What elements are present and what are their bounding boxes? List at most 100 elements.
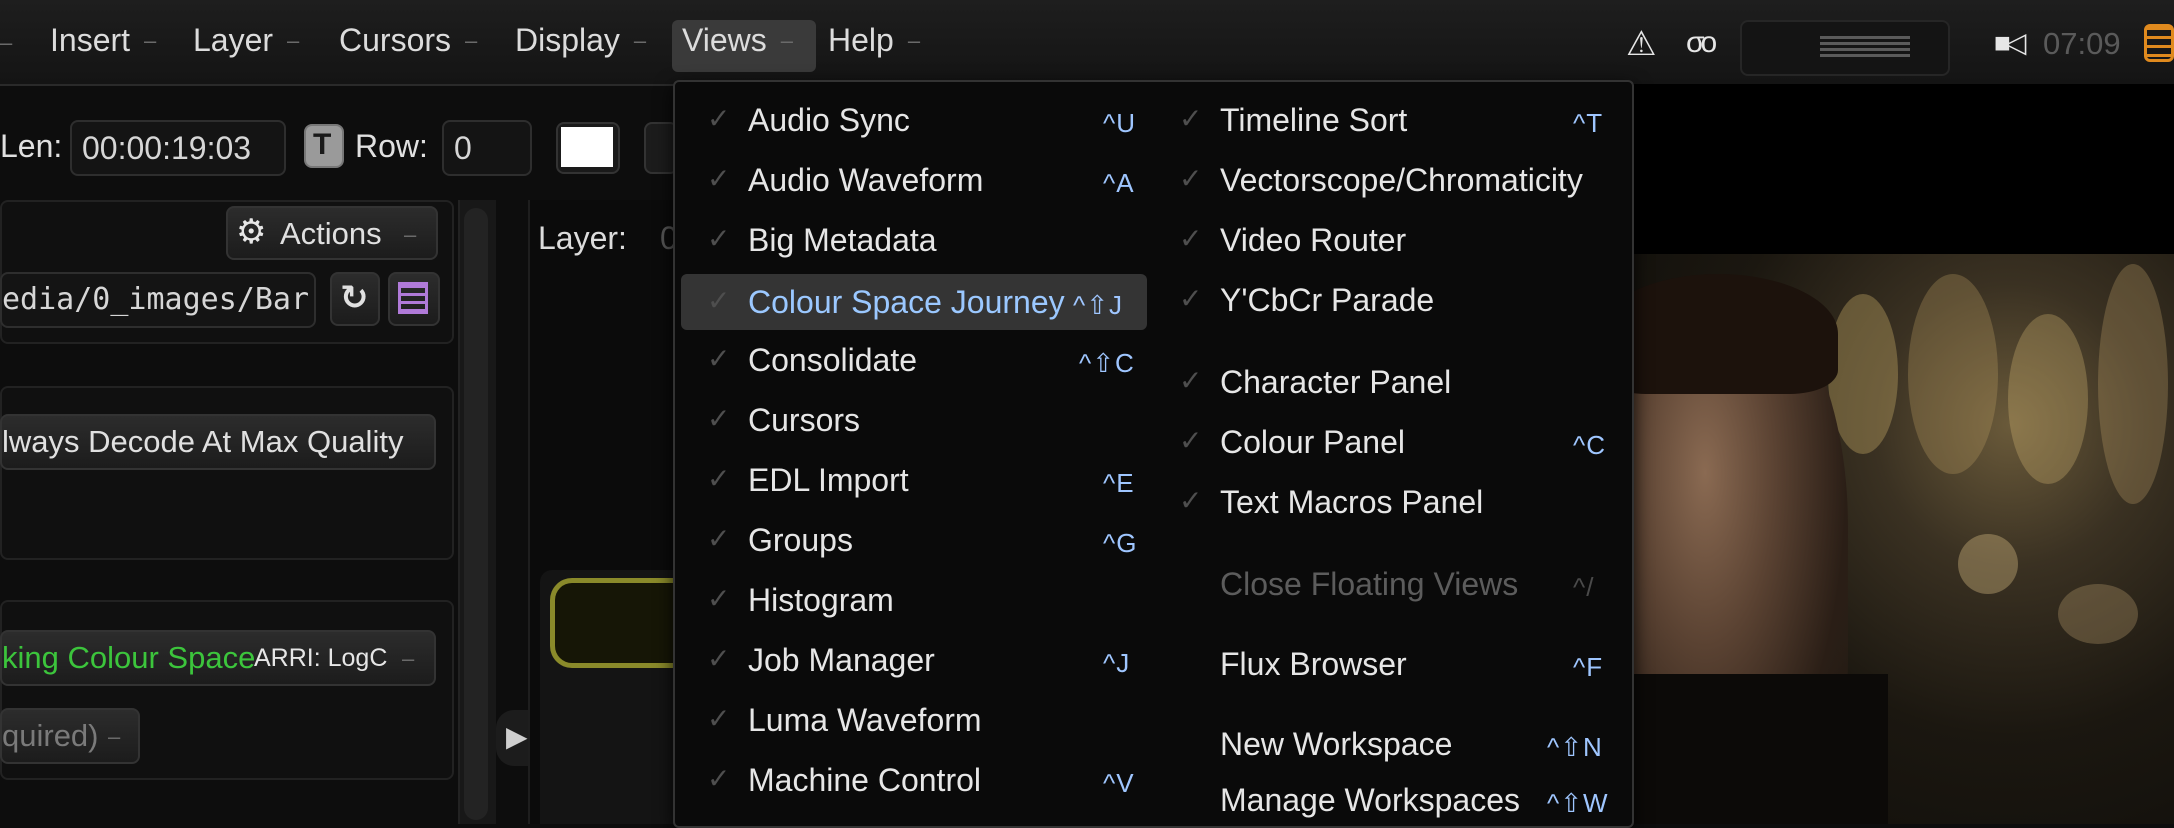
- menu-item-shortcut: ^⇧C: [1079, 348, 1135, 378]
- speaker-icon[interactable]: ■◁: [1994, 26, 2027, 59]
- menu-item-audio-sync[interactable]: ✓ Audio Sync ^U: [681, 96, 1141, 144]
- t-button-label: T: [313, 128, 332, 161]
- menu-item-groups[interactable]: ✓ Groups ^G: [681, 516, 1141, 564]
- refresh-icon: ↻: [340, 279, 369, 317]
- colour-swatch: [561, 127, 613, 167]
- check-icon: ✓: [1179, 223, 1203, 254]
- menu-views[interactable]: Views –: [682, 22, 793, 59]
- working-colour-space-value: ARRI: LogC: [254, 644, 388, 672]
- menu-item-label: Colour Space Journey: [748, 284, 1065, 320]
- film-button[interactable]: [388, 272, 440, 326]
- menu-item-machine-control[interactable]: ✓ Machine Control ^V: [681, 756, 1141, 804]
- working-colour-space-label: king Colour Space: [2, 640, 256, 675]
- check-icon: ✓: [707, 583, 731, 614]
- menu-item-consolidate[interactable]: ✓ Consolidate ^⇧C: [681, 336, 1141, 384]
- check-icon: ✓: [707, 223, 731, 254]
- required-dropdown[interactable]: quired) –: [0, 708, 140, 764]
- menu-item-label: Flux Browser: [1220, 646, 1407, 682]
- check-icon: ✓: [707, 163, 731, 194]
- menu-item-shortcut: ^V: [1103, 768, 1135, 798]
- check-icon: ✓: [707, 285, 731, 316]
- menu-item-label: Timeline Sort: [1220, 102, 1408, 138]
- chevron-down-icon: –: [144, 28, 157, 53]
- chevron-down-icon: –: [633, 28, 647, 53]
- menu-item-timeline-sort[interactable]: ✓ Timeline Sort ^T: [1153, 96, 1623, 144]
- menu-item-audio-waveform[interactable]: ✓ Audio Waveform ^A: [681, 156, 1141, 204]
- menu-layer[interactable]: Layer –: [193, 22, 299, 59]
- menu-item-flux-browser[interactable]: Flux Browser ^F: [1153, 640, 1623, 688]
- menu-item-cursors[interactable]: ✓ Cursors: [681, 396, 1141, 444]
- menu-item-colour-space-journey[interactable]: ✓ Colour Space Journey ^⇧J: [681, 274, 1147, 330]
- decode-quality-label: lways Decode At Max Quality: [2, 424, 404, 459]
- check-icon: ✓: [707, 703, 731, 734]
- menu-item-shortcut: ^⇧J: [1073, 290, 1123, 320]
- menu-item-label: Manage Workspaces: [1220, 782, 1520, 818]
- menu-cursors-label: Cursors: [339, 22, 452, 58]
- actions-label: Actions: [280, 216, 382, 251]
- menu-item-luma-waveform[interactable]: ✓ Luma Waveform: [681, 696, 1141, 744]
- menu-item-edl-import[interactable]: ✓ EDL Import ^E: [681, 456, 1141, 504]
- check-icon: ✓: [1179, 485, 1203, 516]
- menu-insert-label: Insert: [50, 22, 131, 58]
- check-icon: ✓: [1179, 163, 1203, 194]
- menu-item-shortcut: ^C: [1573, 430, 1606, 460]
- play-arrow-icon: ▶: [506, 721, 528, 752]
- chevron-down-icon: –: [404, 222, 417, 247]
- status-meter: [1740, 20, 1950, 76]
- refresh-button[interactable]: ↻: [330, 272, 380, 326]
- menu-item-big-metadata[interactable]: ✓ Big Metadata: [681, 216, 1141, 264]
- warning-icon[interactable]: ⚠: [1626, 24, 1656, 64]
- menu-display[interactable]: Display –: [515, 22, 646, 59]
- t-button[interactable]: T: [304, 124, 344, 168]
- glasses-icon[interactable]: σο: [1686, 26, 1717, 60]
- menu-item-close-floating-views[interactable]: Close Floating Views ^/: [1153, 560, 1623, 608]
- menu-item-vectorscope[interactable]: ✓ Vectorscope/Chromaticity: [1153, 156, 1623, 204]
- menu-item-label: Cursors: [748, 402, 861, 438]
- menu-item-colour-panel[interactable]: ✓ Colour Panel ^C: [1153, 418, 1623, 466]
- len-field[interactable]: 00:00:19:03: [70, 120, 286, 176]
- menu-item-label: Close Floating Views: [1220, 566, 1519, 602]
- required-label: quired): [2, 718, 99, 753]
- working-colour-space-dropdown[interactable]: king Colour Space ARRI: LogC –: [0, 630, 436, 686]
- menu-item-label: Text Macros Panel: [1220, 484, 1484, 520]
- menu-help-label: Help: [828, 22, 894, 58]
- menu-item-shortcut: ^A: [1103, 168, 1135, 198]
- layer-label: Layer:: [538, 220, 627, 256]
- panel-scrollbar[interactable]: [458, 200, 496, 824]
- database-icon[interactable]: [2144, 24, 2174, 62]
- menu-item-job-manager[interactable]: ✓ Job Manager ^J: [681, 636, 1141, 684]
- menu-item-shortcut: ^U: [1103, 108, 1136, 138]
- media-path-value: edia/0_images/Bar: [2, 282, 310, 317]
- menu-item-label: Groups: [748, 522, 853, 558]
- menu-item-manage-workspaces[interactable]: Manage Workspaces ^⇧W: [1153, 776, 1623, 824]
- menu-layer-label: Layer: [193, 22, 274, 58]
- menu-item-text-macros-panel[interactable]: ✓ Text Macros Panel: [1153, 478, 1623, 526]
- menu-help[interactable]: Help –: [828, 22, 920, 59]
- collapse-panel-button[interactable]: ▶: [496, 710, 532, 766]
- menu-insert[interactable]: Insert –: [50, 22, 156, 59]
- menu-item-ycbcr-parade[interactable]: ✓ Y'CbCr Parade: [1153, 276, 1623, 324]
- decode-quality-button[interactable]: lways Decode At Max Quality: [0, 414, 436, 470]
- row-field[interactable]: 0: [442, 120, 532, 176]
- colour-swatch-button[interactable]: [556, 122, 620, 174]
- menu-item-label: Big Metadata: [748, 222, 937, 258]
- menu-item-histogram[interactable]: ✓ Histogram: [681, 576, 1141, 624]
- scrollbar-thumb[interactable]: [464, 208, 488, 820]
- check-icon: ✓: [707, 523, 731, 554]
- actions-button[interactable]: ⚙ Actions –: [226, 206, 438, 260]
- check-icon: ✓: [707, 763, 731, 794]
- media-path-field[interactable]: edia/0_images/Bar: [0, 272, 316, 328]
- menu-item-new-workspace[interactable]: New Workspace ^⇧N: [1153, 720, 1623, 768]
- row-value: 0: [454, 130, 472, 166]
- menu-item-video-router[interactable]: ✓ Video Router: [1153, 216, 1623, 264]
- film-icon: [398, 282, 428, 314]
- menu-item-character-panel[interactable]: ✓ Character Panel: [1153, 358, 1623, 406]
- chevron-down-icon: –: [402, 646, 415, 671]
- timeline-clip[interactable]: [550, 578, 680, 668]
- menu-item-shortcut: ^F: [1573, 652, 1604, 682]
- check-icon: ✓: [1179, 103, 1203, 134]
- check-icon: ✓: [1179, 283, 1203, 314]
- menu-cursors[interactable]: Cursors –: [339, 22, 477, 59]
- clock-time: 07:09: [2043, 26, 2121, 61]
- chevron-down-icon: –: [465, 28, 478, 53]
